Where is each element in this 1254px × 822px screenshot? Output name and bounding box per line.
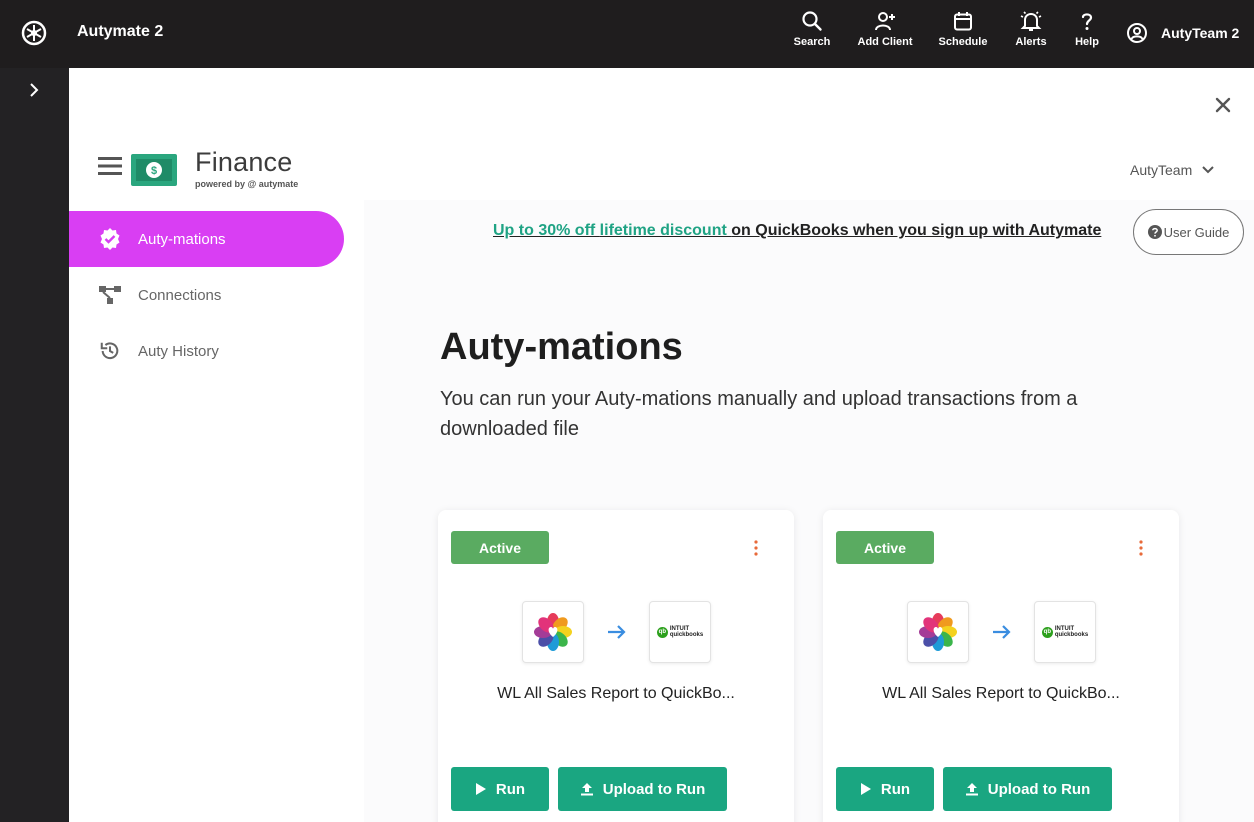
play-icon <box>475 783 486 795</box>
chevron-down-icon <box>1202 166 1214 174</box>
connections-icon <box>98 283 122 307</box>
team-name: AutyTeam <box>1130 162 1193 178</box>
user-menu[interactable]: AutyTeam 2 <box>1126 22 1239 44</box>
sidebar: Auty-mations Connections Auty History <box>69 200 364 822</box>
finance-title: Finance <box>195 147 293 177</box>
autymate-logo-icon[interactable] <box>21 20 47 46</box>
app-title: Autymate 2 <box>77 23 164 40</box>
add-user-icon <box>875 12 895 31</box>
upload-icon <box>580 783 593 796</box>
upload-label: Upload to Run <box>602 780 706 798</box>
content-area: Up to 30% off lifetime discount on Quick… <box>364 200 1254 822</box>
promo-rest: on QuickBooks when you sign up with Auty… <box>731 222 1102 239</box>
sidebar-item-connections[interactable]: Connections <box>69 267 344 323</box>
help-label: Help <box>1075 36 1099 48</box>
status-badge: Active <box>836 531 934 564</box>
page-subtitle: You can run your Auty-mations manually a… <box>440 388 1078 440</box>
alerts-button[interactable]: Alerts <box>1012 10 1050 58</box>
card-title: WL All Sales Report to QuickBo... <box>497 685 735 702</box>
run-label: Run <box>880 780 911 798</box>
promo-link[interactable]: Up to 30% off lifetime discount on Quick… <box>493 222 1101 240</box>
upload-to-run-button[interactable]: Upload to Run <box>943 767 1112 811</box>
upload-icon <box>965 783 978 796</box>
question-icon <box>1081 13 1093 30</box>
calendar-icon <box>954 12 972 31</box>
alerts-label: Alerts <box>1015 36 1047 48</box>
target-app-logo: qb INTUIT quickbooks <box>649 601 711 663</box>
user-avatar-icon <box>1127 23 1147 43</box>
finance-logo-icon: $ <box>131 154 177 186</box>
schedule-button[interactable]: Schedule <box>937 10 989 58</box>
play-icon <box>860 783 871 795</box>
flower-logo-icon <box>919 613 957 651</box>
history-icon <box>98 339 122 363</box>
page-title: Auty-mations <box>440 326 683 368</box>
hamburger-menu-icon[interactable] <box>98 156 122 176</box>
promo-highlight-prefix: Up to 30% off <box>493 222 600 239</box>
svg-text:$: $ <box>151 165 157 177</box>
sidebar-item-label: Auty History <box>138 342 219 360</box>
add-client-button[interactable]: Add Client <box>854 10 916 58</box>
left-rail <box>0 68 69 822</box>
chevron-right-icon[interactable] <box>26 82 42 98</box>
team-dropdown[interactable]: AutyTeam <box>1130 162 1214 178</box>
search-label: Search <box>793 36 831 48</box>
target-app-logo: qb INTUIT quickbooks <box>1034 601 1096 663</box>
close-icon[interactable] <box>1214 96 1232 114</box>
user-guide-button[interactable]: User Guide <box>1133 209 1244 255</box>
sidebar-item-label: Auty-mations <box>138 230 226 248</box>
quickbooks-logo-icon: qb INTUIT quickbooks <box>1041 626 1089 638</box>
run-button[interactable]: Run <box>836 767 934 811</box>
sidebar-item-label: Connections <box>138 286 222 304</box>
sidebar-item-auty-mations[interactable]: Auty-mations <box>69 211 344 267</box>
user-guide-label: User Guide <box>1163 224 1230 240</box>
powered-by: powered by @ autymate <box>195 179 299 189</box>
flower-logo-icon <box>534 613 572 651</box>
run-button[interactable]: Run <box>451 767 549 811</box>
more-options-icon[interactable] <box>1135 538 1147 558</box>
finance-header: $ Finance powered by @ autymate AutyTeam <box>69 138 1254 200</box>
automation-card: Active qb INTUIT quickbooks WL All Sales… <box>438 510 794 822</box>
upload-to-run-button[interactable]: Upload to Run <box>558 767 727 811</box>
quickbooks-logo-icon: qb INTUIT quickbooks <box>656 626 704 638</box>
qb-dot: qb <box>1041 626 1053 638</box>
upload-label: Upload to Run <box>987 780 1091 798</box>
main-panel: $ Finance powered by @ autymate AutyTeam… <box>69 68 1254 822</box>
arrow-right-icon <box>608 625 626 639</box>
search-icon <box>802 11 822 31</box>
status-badge: Active <box>451 531 549 564</box>
qb-brand-bottom: quickbooks <box>669 632 704 638</box>
top-bar: Autymate 2 Search Add Client Schedule Al… <box>0 0 1254 68</box>
source-app-logo <box>522 601 584 663</box>
bell-icon <box>1020 11 1042 31</box>
qb-dot: qb <box>656 626 668 638</box>
sidebar-item-auty-history[interactable]: Auty History <box>69 323 344 379</box>
card-title: WL All Sales Report to QuickBo... <box>882 685 1120 702</box>
question-circle-icon <box>1147 225 1162 239</box>
arrow-right-icon <box>993 625 1011 639</box>
user-name: AutyTeam 2 <box>1161 25 1240 41</box>
promo-highlight-bold: lifetime discount <box>599 222 732 239</box>
add-client-label: Add Client <box>857 36 913 48</box>
source-app-logo <box>907 601 969 663</box>
more-options-icon[interactable] <box>750 538 762 558</box>
automation-card: Active qb INTUIT quickbooks WL All Sales… <box>823 510 1179 822</box>
run-label: Run <box>495 780 526 798</box>
search-button[interactable]: Search <box>791 10 833 58</box>
help-button[interactable]: Help <box>1072 10 1102 58</box>
badge-check-icon <box>98 227 122 251</box>
qb-brand-bottom: quickbooks <box>1054 632 1089 638</box>
schedule-label: Schedule <box>938 36 988 48</box>
